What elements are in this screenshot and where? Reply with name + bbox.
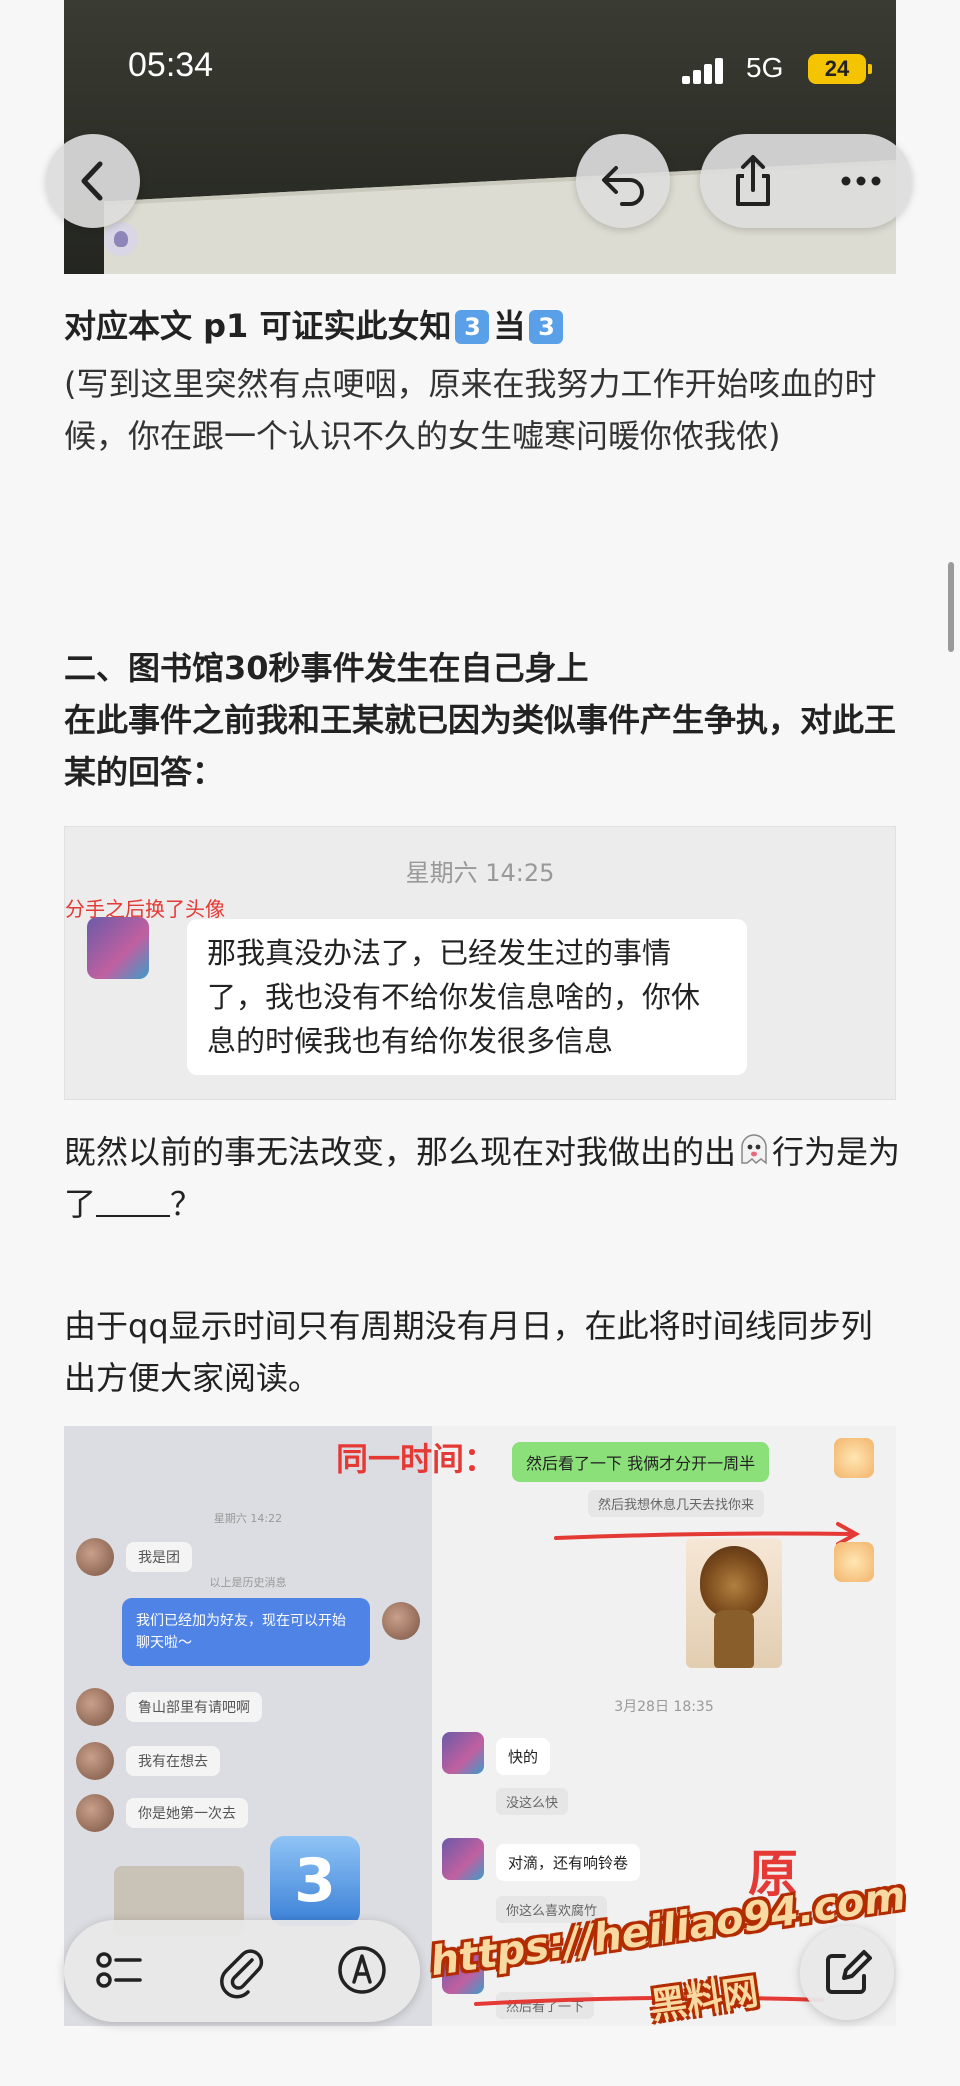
right-msg-fast: 快的 (496, 1738, 551, 1775)
avatar (76, 1742, 114, 1780)
avatar (442, 1732, 484, 1774)
share-icon[interactable] (718, 134, 788, 228)
keycap-3-icon: 3 (455, 310, 490, 344)
chevron-left-icon (81, 161, 103, 201)
reply-arrow-icon (602, 166, 644, 206)
list-item: 鲁山部里有请吧啊 (76, 1688, 262, 1726)
more-dots-icon[interactable] (826, 134, 896, 228)
left-msg-1: 我是团 (126, 1542, 192, 1572)
chat-screenshot-1: 星期六 14:25 分手之后换了头像 那我真没办法了，已经发生过的事情了，我也没… (64, 826, 896, 1100)
avatar-note: 分手之后换了头像 (65, 897, 225, 921)
avatar (87, 917, 149, 979)
avatar (76, 1538, 114, 1576)
paragraph-p1: 对应本文 p1 可证实此女知 3 当 3 (写到这里突然有点哽咽，原来在我努力工作开始… (64, 300, 904, 462)
right-sys-2: 没这么快 (496, 1788, 569, 1815)
keycap-3-icon: 3 (529, 310, 564, 344)
right-timestamp: 3月28日 18:35 (614, 1699, 714, 1715)
avatar (76, 1794, 114, 1832)
avatar (442, 1838, 484, 1880)
share-more-pill (700, 134, 912, 228)
left-meta-mid: 以上是历史消息 (209, 1576, 287, 1589)
chat-timestamp: 星期六 14:25 (405, 859, 555, 887)
left-msg-4: 你是她第一次去 (126, 1798, 248, 1828)
markup-pen-icon[interactable] (332, 1940, 392, 2000)
avatar (382, 1602, 420, 1640)
compose-button[interactable] (800, 1926, 894, 2020)
reply-button[interactable] (576, 134, 670, 228)
section2-body: 在此事件之前我和王某就已因为类似事件产生争执，对此王某的回答： (64, 701, 897, 791)
right-sys-1: 然后我想休息几天去找你来 (588, 1490, 765, 1517)
paperclip-icon[interactable] (212, 1940, 272, 2000)
bottom-toolbar (64, 1920, 420, 2022)
list-item: 我有在想去 (76, 1742, 220, 1780)
left-msg-3: 我有在想去 (126, 1746, 220, 1776)
lion-sticker-image (686, 1538, 782, 1668)
checklist-icon[interactable] (90, 1940, 150, 2000)
p3-text-a: 既然以前的事无法改变，那么现在对我做出的出 (64, 1133, 737, 1171)
avatar (76, 1688, 114, 1726)
ghost-emoji-icon (741, 1134, 767, 1165)
status-time: 05:34 (128, 46, 214, 84)
blank-line (96, 1187, 171, 1217)
p3-text-c: ？ (170, 1185, 203, 1223)
list-item: 你是她第一次去 (76, 1794, 248, 1832)
compose-icon (826, 1950, 872, 1994)
chat-bubble: 那我真没办法了，已经发生过的事情了，我也没有不给你发信息啥的，你休息的时候我也有… (187, 919, 747, 1075)
left-msg-2: 鲁山部里有请吧啊 (126, 1692, 262, 1722)
back-button[interactable] (46, 134, 140, 228)
p1-heading-b: 当 (493, 307, 526, 345)
signal-icon (682, 56, 726, 84)
section2-title: 二、图书馆30秒事件发生在自己身上 (64, 649, 589, 687)
avatar (834, 1542, 874, 1582)
right-msg-drip: 对滴，还有响铃卷 (496, 1844, 641, 1881)
network-label: 5G (746, 52, 784, 83)
note-page: 05:34 5G 24 对应本文 p1 可证实此女知 3 当 3 (写到这里突然有点哽… (0, 0, 960, 2086)
keycap-3-icon: 3 (270, 1836, 360, 1926)
scrollbar[interactable] (948, 562, 954, 652)
avatar (834, 1438, 874, 1478)
same-time-title: 同一时间： (336, 1440, 497, 1478)
p1-heading-a: 对应本文 p1 可证实此女知 (64, 307, 452, 345)
paragraph-p4: 由于qq显示时间只有周期没有月日，在此将时间线同步列出方便大家阅读。 (64, 1307, 873, 1397)
battery-icon: 24 (808, 54, 872, 84)
left-meta-top: 星期六 14:22 (213, 1512, 283, 1525)
left-blue-bubble: 我们已经加为好友，现在可以开始聊天啦～ (122, 1598, 370, 1666)
paragraph-p3: 既然以前的事无法改变，那么现在对我做出的出 行为是为了？ (64, 1126, 904, 1230)
list-item: 我是团 (76, 1538, 192, 1576)
p1-body: (写到这里突然有点哽咽，原来在我努力工作开始咳血的时候，你在跟一个认识不久的女生… (64, 365, 877, 455)
right-green-bubble: 然后看了一下 我俩才分开一周半 (512, 1442, 770, 1482)
